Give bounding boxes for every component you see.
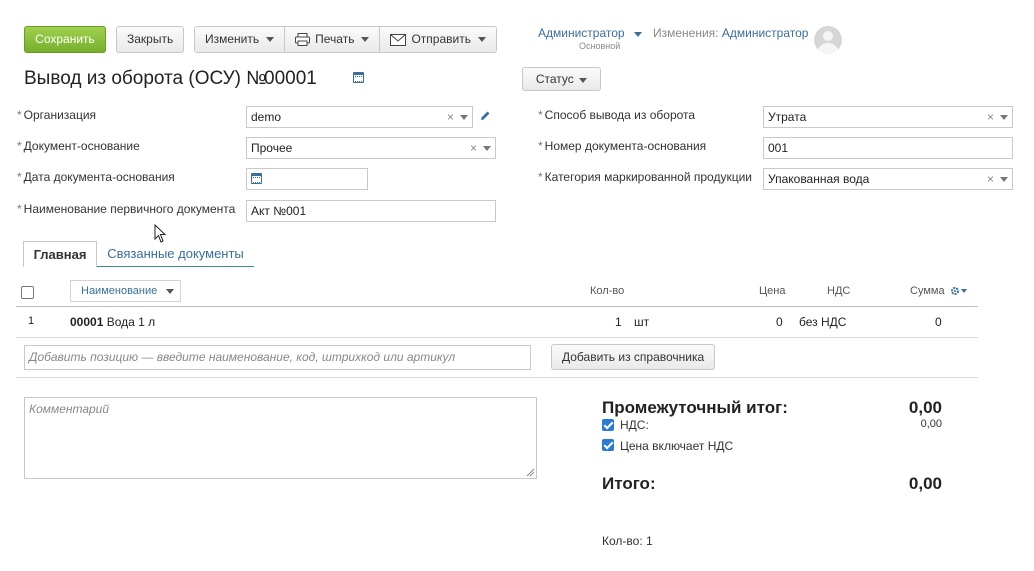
item-count: Кол-во: 1	[602, 534, 653, 548]
price-includes-vat-checkbox[interactable]	[602, 439, 614, 451]
row-code: 00001	[70, 315, 104, 329]
status-button[interactable]: Статус	[522, 67, 601, 91]
row-index: 1	[28, 315, 35, 327]
chevron-down-icon	[579, 78, 588, 83]
save-button[interactable]: Сохранить	[24, 26, 106, 53]
row-name: 00001 Вода 1 л	[70, 315, 155, 329]
base-document-value: Прочее	[251, 141, 293, 155]
subtotal-label: Промежуточный итог:	[602, 398, 788, 417]
print-button[interactable]: Печать	[285, 27, 381, 52]
sum-column-header: Сумма	[910, 285, 945, 297]
tab-main[interactable]: Главная	[23, 241, 97, 267]
base-number-input[interactable]: 001	[763, 137, 1013, 159]
comment-textarea[interactable]: Комментарий	[24, 397, 537, 479]
vat-label: НДС:	[620, 418, 649, 432]
add-position-input[interactable]: Добавить позицию — введите наименование,…	[24, 345, 531, 370]
edit-button-label: Изменить	[205, 32, 260, 46]
base-document-label: * Документ-основание	[17, 139, 140, 153]
table-header-divider	[16, 306, 978, 307]
calendar-icon[interactable]	[353, 72, 364, 83]
chevron-down-icon	[477, 37, 486, 42]
base-document-select[interactable]: Прочее ×	[246, 137, 496, 159]
status-button-label: Статус	[535, 72, 574, 86]
chevron-down-icon[interactable]	[1000, 114, 1008, 120]
total-value: 0,00	[908, 474, 942, 493]
vat-value: 0,00	[920, 418, 942, 430]
qty-column-header: Кол-во	[590, 285, 625, 297]
document-number[interactable]: 00001	[264, 68, 317, 90]
changes-author-link[interactable]: Администратор	[722, 26, 809, 40]
primary-document-value: Акт №001	[251, 204, 307, 218]
row-unit: шт	[634, 315, 650, 329]
table-row-divider	[16, 337, 978, 338]
chevron-down-icon	[266, 37, 275, 42]
base-number-value: 001	[768, 141, 789, 155]
chevron-down-icon[interactable]	[460, 114, 468, 120]
action-button-group: Изменить Печать Отправить	[194, 26, 497, 53]
close-button[interactable]: Закрыть	[116, 26, 184, 53]
gear-icon[interactable]	[950, 286, 968, 296]
chevron-down-icon[interactable]	[1000, 176, 1008, 182]
chevron-down-icon	[633, 32, 642, 37]
row-price: 0	[776, 315, 783, 329]
disposal-method-select[interactable]: Утрата ×	[763, 106, 1013, 128]
chevron-down-icon[interactable]	[483, 145, 491, 151]
chevron-down-icon	[361, 37, 370, 42]
organization-value: demo	[251, 110, 282, 124]
row-qty: 1	[615, 315, 622, 329]
page-title: Вывод из оборота (ОСУ) №	[24, 68, 267, 89]
row-vat: без НДС	[799, 315, 847, 329]
clear-icon[interactable]: ×	[447, 107, 454, 127]
price-includes-vat-label: Цена включает НДС	[620, 439, 734, 453]
name-column-header[interactable]: Наименование	[70, 280, 181, 302]
clear-icon[interactable]: ×	[470, 138, 477, 158]
changes-label: Изменения:	[653, 26, 719, 40]
calendar-icon[interactable]	[251, 173, 262, 184]
product-category-select[interactable]: Упакованная вода ×	[763, 168, 1013, 190]
select-all-checkbox[interactable]	[21, 286, 34, 299]
clear-icon[interactable]: ×	[987, 107, 994, 127]
price-column-header: Цена	[759, 285, 786, 297]
clear-icon[interactable]: ×	[987, 169, 994, 189]
disposal-method-label: * Способ вывода из оборота	[538, 108, 696, 122]
chevron-down-icon	[166, 289, 175, 294]
row-product-name: Вода 1 л	[106, 315, 156, 329]
row-sum: 0	[935, 315, 942, 329]
vat-checkbox[interactable]	[602, 419, 614, 431]
disposal-method-value: Утрата	[768, 110, 807, 124]
vat-column-header: НДС	[827, 285, 851, 297]
organization-select[interactable]: demo ×	[246, 106, 473, 128]
organization-label: * Организация	[17, 108, 97, 122]
section-divider	[16, 377, 978, 378]
base-date-field[interactable]	[246, 168, 368, 190]
printer-icon	[295, 33, 311, 46]
base-date-label: * Дата документа-основания	[17, 170, 175, 184]
tab-related-documents[interactable]: Связанные документы	[97, 241, 254, 267]
base-number-label: * Номер документа-основания	[538, 139, 707, 153]
primary-document-input[interactable]: Акт №001	[246, 200, 496, 222]
add-from-catalog-button[interactable]: Добавить из справочника	[551, 344, 715, 370]
resize-handle-icon[interactable]	[526, 468, 535, 477]
changes-info: Изменения: Администратор	[653, 26, 808, 40]
envelope-icon	[390, 33, 407, 46]
edit-button[interactable]: Изменить	[195, 27, 286, 52]
user-name: Администратор	[538, 26, 625, 40]
send-button-label: Отправить	[411, 32, 471, 46]
subtotal-value: 0,00	[908, 398, 942, 417]
product-category-label: * Категория маркированной продукции	[538, 170, 752, 184]
primary-document-label: * Наименование первичного документа	[17, 202, 236, 216]
send-button[interactable]: Отправить	[380, 27, 496, 52]
pencil-icon[interactable]	[479, 110, 491, 122]
name-column-label: Наименование	[81, 285, 158, 297]
user-role: Основной	[579, 41, 621, 51]
avatar[interactable]	[814, 26, 842, 54]
total-label: Итого:	[602, 474, 656, 493]
print-button-label: Печать	[315, 32, 355, 46]
user-menu[interactable]: Администратор	[538, 26, 642, 40]
product-category-value: Упакованная вода	[768, 172, 870, 186]
